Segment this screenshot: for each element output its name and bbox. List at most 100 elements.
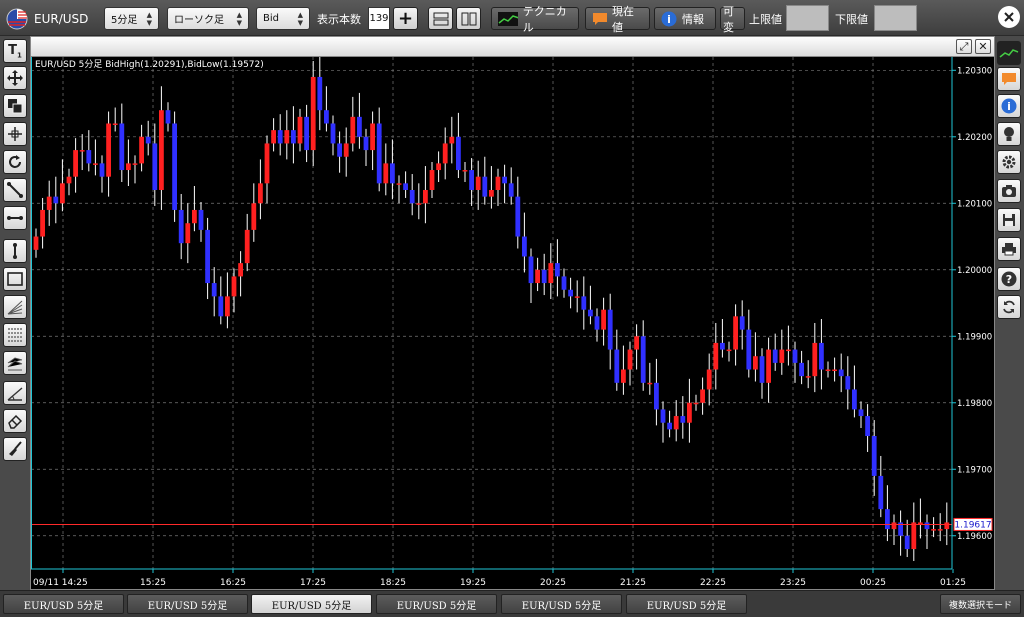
settings-button[interactable] bbox=[997, 150, 1021, 174]
upper-limit-label: 上限値 bbox=[749, 12, 782, 26]
candle-body bbox=[330, 123, 336, 144]
copy-tool-button[interactable] bbox=[3, 94, 27, 118]
fibonacci-fan-tool-button[interactable] bbox=[3, 295, 27, 319]
chart-tab-4[interactable]: EUR/USD 5分足 bbox=[376, 594, 497, 614]
candle-body bbox=[159, 110, 164, 190]
candle-body bbox=[918, 522, 923, 524]
angle-tool-button[interactable] bbox=[3, 381, 27, 405]
candle-body bbox=[766, 349, 771, 383]
price-type-select[interactable]: Bid ▲ ▼ bbox=[256, 7, 310, 30]
horizontal-line-tool-button[interactable] bbox=[3, 206, 27, 230]
candle-body bbox=[225, 296, 230, 317]
technical-toggle-button[interactable] bbox=[997, 41, 1021, 65]
info-button[interactable]: i 情報 bbox=[654, 7, 716, 30]
multi-select-mode-button[interactable]: 複数選択モード bbox=[940, 594, 1021, 614]
candle-body bbox=[218, 296, 224, 317]
candle-body bbox=[627, 349, 633, 370]
info-icon: i bbox=[1001, 98, 1017, 114]
candle-body bbox=[502, 176, 507, 184]
candle-body bbox=[845, 376, 851, 390]
upper-limit-input[interactable] bbox=[786, 5, 829, 31]
layout-columns-button[interactable] bbox=[456, 7, 481, 30]
candle-body bbox=[482, 176, 488, 197]
close-icon: ✕ bbox=[978, 40, 988, 53]
trendline-tool-button[interactable] bbox=[3, 178, 27, 202]
crosshair-tool-button[interactable] bbox=[3, 122, 27, 146]
candle-body bbox=[680, 416, 686, 423]
candle-body bbox=[561, 276, 567, 290]
current-value-toggle-button[interactable] bbox=[997, 67, 1021, 91]
display-count-label: 表示本数 bbox=[317, 12, 361, 26]
save-button[interactable] bbox=[997, 208, 1021, 232]
clear-all-tool-button[interactable] bbox=[3, 437, 27, 461]
chart-tab-2[interactable]: EUR/USD 5分足 bbox=[127, 594, 248, 614]
candle-body bbox=[832, 369, 837, 372]
rotate-tool-button[interactable] bbox=[3, 150, 27, 174]
candle-body bbox=[495, 176, 501, 190]
chart-window-titlebar[interactable]: ⤢ ✕ bbox=[31, 37, 994, 57]
vertical-line-tool-button[interactable] bbox=[3, 239, 27, 263]
price-tick-label: 1.19700 bbox=[957, 465, 992, 475]
candle-body bbox=[264, 143, 270, 184]
candle-body bbox=[726, 349, 732, 352]
candle-body bbox=[640, 336, 646, 383]
refresh-button[interactable] bbox=[997, 295, 1021, 319]
print-button[interactable] bbox=[997, 237, 1021, 261]
hint-button[interactable] bbox=[997, 122, 1021, 146]
chart-tab-5[interactable]: EUR/USD 5分足 bbox=[501, 594, 622, 614]
move-tool-button[interactable] bbox=[3, 66, 27, 90]
lower-limit-input[interactable] bbox=[874, 5, 917, 31]
candle-body bbox=[165, 110, 171, 124]
add-button[interactable]: + bbox=[393, 7, 418, 30]
candle-body bbox=[759, 356, 765, 383]
timeframe-select[interactable]: 5分足 ▲ ▼ bbox=[104, 7, 159, 30]
text-tool-button[interactable]: T1 bbox=[3, 39, 27, 63]
candle-body bbox=[541, 269, 547, 284]
technical-button[interactable]: テクニカル bbox=[491, 5, 579, 34]
info-label: 情報 bbox=[682, 12, 704, 26]
chart-tab-6[interactable]: EUR/USD 5分足 bbox=[626, 594, 747, 614]
candle-body bbox=[858, 409, 864, 417]
rectangle-tool-button[interactable] bbox=[3, 267, 27, 291]
candle-body bbox=[343, 143, 349, 157]
candle bbox=[172, 111, 177, 222]
candle-body bbox=[244, 229, 250, 264]
question-icon: ? bbox=[1001, 271, 1017, 287]
speech-bubble-icon bbox=[593, 12, 607, 25]
candle-body bbox=[198, 209, 204, 230]
right-side-bar: i ? bbox=[995, 36, 1024, 590]
chart-type-select[interactable]: ローソク足 ▲ ▼ bbox=[167, 7, 249, 30]
candle-body bbox=[614, 349, 620, 383]
help-button[interactable]: ? bbox=[997, 267, 1021, 291]
channel-tool-button[interactable] bbox=[3, 351, 27, 375]
currency-pair-selector[interactable]: EUR/USD bbox=[6, 7, 100, 30]
fibonacci-retracement-tool-button[interactable] bbox=[3, 323, 27, 347]
info-toggle-button[interactable]: i bbox=[997, 94, 1021, 118]
candlestick-chart[interactable]: 1.20300 1.20200 1.20100 1.20000 1.19900 1.198… bbox=[31, 57, 994, 589]
eraser-tool-button[interactable] bbox=[3, 409, 27, 433]
copy-icon bbox=[8, 99, 23, 114]
candle-body bbox=[865, 416, 870, 437]
screenshot-button[interactable] bbox=[997, 179, 1021, 203]
candle-body bbox=[93, 163, 98, 165]
us-flag-icon bbox=[6, 8, 28, 29]
candle-body bbox=[647, 382, 653, 385]
candle-body bbox=[106, 123, 111, 177]
camera-icon bbox=[1002, 185, 1016, 197]
candle-body bbox=[310, 76, 316, 151]
variable-toggle[interactable]: 可変 bbox=[720, 5, 745, 34]
maximize-button[interactable]: ⤢ bbox=[956, 39, 972, 54]
chart-tab-3[interactable]: EUR/USD 5分足 bbox=[251, 594, 372, 614]
candle-body bbox=[786, 349, 791, 352]
current-value-button[interactable]: 現在値 bbox=[585, 5, 650, 34]
display-count-input[interactable]: 139 bbox=[368, 7, 390, 30]
plus-icon: + bbox=[397, 8, 414, 29]
layout-rows-button[interactable] bbox=[428, 7, 453, 30]
horizontal-line-icon bbox=[7, 216, 23, 220]
price-tick-label: 1.20300 bbox=[957, 66, 992, 76]
candle-body bbox=[277, 130, 283, 144]
chart-tab-1[interactable]: EUR/USD 5分足 bbox=[3, 594, 124, 614]
time-tick-label: 22:25 bbox=[700, 578, 726, 588]
close-app-button[interactable] bbox=[998, 6, 1020, 28]
close-chart-button[interactable]: ✕ bbox=[975, 39, 991, 54]
